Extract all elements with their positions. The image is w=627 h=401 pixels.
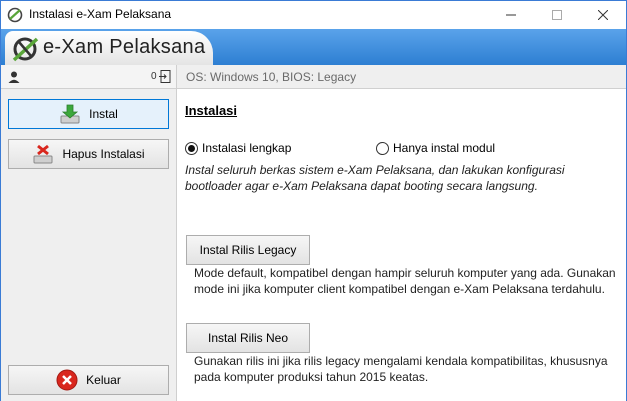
user-icon[interactable]: [7, 70, 21, 84]
neo-note: Gunakan rilis ini jika rilis legacy meng…: [194, 354, 608, 384]
exit-icon: [56, 369, 78, 391]
maximize-button[interactable]: [534, 1, 580, 29]
option-description: Instal seluruh berkas sistem e-Xam Pelak…: [185, 163, 565, 193]
sidebar: 0 Instal Hapus Instalasi Keluar: [1, 65, 177, 401]
logo-icon: [12, 37, 39, 62]
section-title: Instalasi: [185, 103, 238, 118]
exit-button-label: Keluar: [86, 373, 121, 387]
radio-selected-icon[interactable]: [185, 141, 198, 155]
close-button[interactable]: [580, 1, 626, 29]
sidebar-item-label: Instal: [89, 107, 118, 121]
brand-tab: e-Xam Pelaksana: [5, 31, 213, 65]
option-label: Instalasi lengkap: [202, 141, 292, 155]
app-icon: [7, 7, 23, 23]
system-info-bar: OS: Windows 10, BIOS: Legacy: [177, 65, 626, 89]
system-info: OS: Windows 10, BIOS: Legacy: [186, 70, 357, 84]
window-title: Instalasi e-Xam Pelaksana: [29, 7, 172, 21]
sidebar-item-install[interactable]: Instal: [8, 99, 169, 129]
maximize-icon: [552, 10, 562, 20]
minimize-icon: [506, 14, 516, 16]
session-count: 0: [151, 71, 157, 82]
logout-icon[interactable]: [159, 70, 171, 83]
minimize-button[interactable]: [488, 1, 534, 29]
exit-button[interactable]: Keluar: [8, 365, 169, 395]
sidebar-item-label: Hapus Instalasi: [62, 147, 145, 161]
brand-name: e-Xam Pelaksana: [43, 36, 206, 58]
install-legacy-button[interactable]: Instal Rilis Legacy: [186, 235, 310, 265]
option-label: Hanya instal modul: [393, 141, 496, 155]
installer-window: Instalasi e-Xam Pelaksana e-Xam Pelaksan…: [0, 0, 627, 401]
close-icon: [598, 10, 608, 20]
radio-unselected-icon[interactable]: [376, 141, 389, 155]
option-module-only[interactable]: Hanya instal modul: [376, 141, 495, 155]
install-icon: [60, 104, 80, 124]
main-panel: OS: Windows 10, BIOS: Legacy Instalasi I…: [177, 65, 626, 401]
title-bar: Instalasi e-Xam Pelaksana: [1, 1, 626, 29]
sidebar-item-uninstall[interactable]: Hapus Instalasi: [8, 139, 169, 169]
sidebar-toolbar: 0: [1, 65, 176, 89]
install-neo-button[interactable]: Instal Rilis Neo: [186, 323, 310, 353]
option-full-install[interactable]: Instalasi lengkap: [185, 141, 291, 155]
legacy-note: Mode default, kompatibel dengan hampir s…: [194, 266, 616, 296]
uninstall-icon: [33, 144, 53, 164]
